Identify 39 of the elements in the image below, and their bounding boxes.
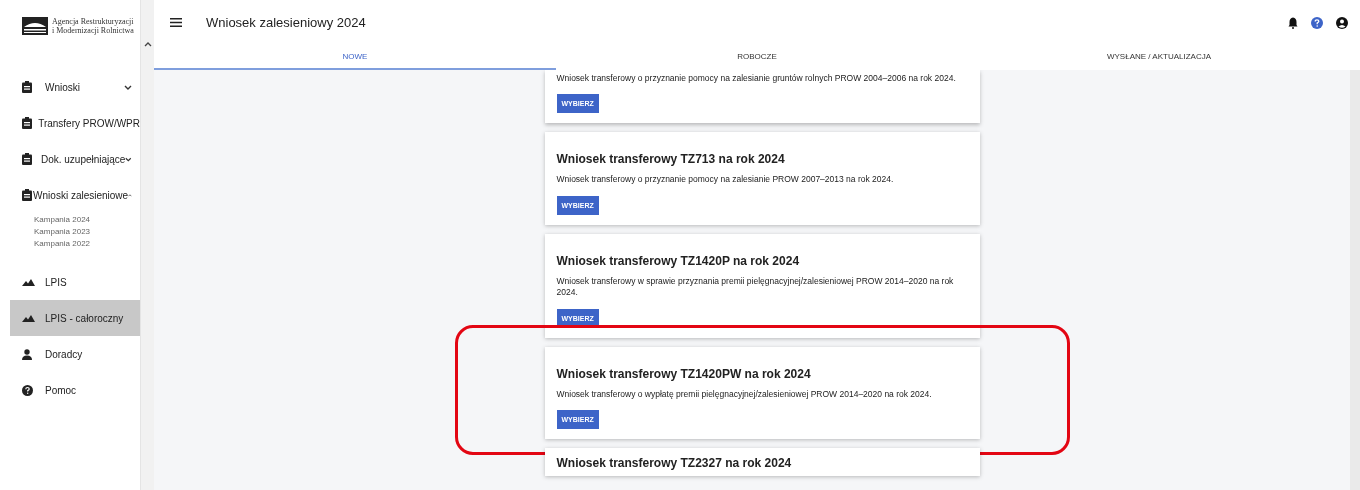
- card-description: Wniosek transferowy o wypłatę premii pielęgnacyjnej/zalesieniowej PROW 2014–2020 na rok 2024.: [556, 388, 933, 401]
- mountains-icon: [22, 278, 35, 286]
- card-description: Wniosek transferowy o przyznanie pomocy na zalesianie gruntów rolnych PROW 2004–2006 na rok 2024.: [556, 73, 957, 85]
- card-title: Wniosek transferowy TZ1420P na rok 2024: [556, 253, 801, 268]
- sidebar-item[interactable]: Wnioski: [0, 69, 140, 105]
- scroll-up-icon[interactable]: [143, 42, 152, 47]
- sidebar-item[interactable]: Doradcy: [0, 336, 140, 372]
- card-description: Wniosek transferowy o przyznanie pomocy na zalesianie PROW 2007–2013 na rok 2024.: [556, 174, 895, 186]
- sidebar-subitem[interactable]: Kampania 2022: [34, 239, 140, 248]
- sidebar-subitem[interactable]: Kampania 2024: [34, 215, 140, 224]
- sidebar-item[interactable]: Pomoc: [0, 372, 140, 408]
- card-title: Wniosek transferowy TZ2327 na rok 2024: [556, 456, 793, 471]
- agency-logo-icon: [22, 17, 48, 35]
- card-description: Wniosek transferowy w sprawie przyznania premii pielęgnacyjnej/zalesieniowej PROW 2014–2020 na rok 2024.: [556, 275, 955, 299]
- mountains-icon: [22, 314, 35, 322]
- clipboard-icon: [22, 81, 32, 93]
- sidebar-subitem[interactable]: Kampania 2023: [34, 227, 140, 236]
- tab[interactable]: WYSŁANE / AKTUALIZACJA: [958, 45, 1360, 70]
- account-icon[interactable]: [1336, 16, 1348, 29]
- agency-name: i Modernizacji Rolnictwa: [52, 26, 134, 36]
- sidebar-item[interactable]: Dok. uzupełniające: [0, 141, 140, 177]
- card-title: Wniosek transferowy TZ1420PW na rok 2024: [556, 366, 812, 381]
- clipboard-icon: [22, 117, 32, 129]
- clipboard-icon: [22, 189, 32, 201]
- person-icon: [22, 348, 32, 360]
- agency-name: Agencja Restrukturyzacji: [52, 17, 134, 27]
- sidebar-item[interactable]: LPIS: [0, 264, 140, 300]
- sidebar-item[interactable]: LPIS - całoroczny: [10, 300, 140, 336]
- menu-icon[interactable]: [170, 18, 182, 27]
- bell-icon[interactable]: [1288, 16, 1298, 29]
- tab[interactable]: ROBOCZE: [556, 45, 958, 70]
- page-title: Wniosek zalesieniowy 2024: [206, 15, 367, 30]
- help-icon[interactable]: [1311, 16, 1323, 29]
- sidebar-item[interactable]: Wnioski zalesieniowe: [0, 177, 140, 213]
- clipboard-icon: [22, 153, 32, 165]
- help-icon: [22, 384, 33, 396]
- card-title: Wniosek transferowy TZ713 na rok 2024: [556, 152, 786, 167]
- sidebar-item[interactable]: Transfery PROW/WPR: [0, 105, 140, 141]
- sidebar-scrollbar[interactable]: [141, 0, 154, 490]
